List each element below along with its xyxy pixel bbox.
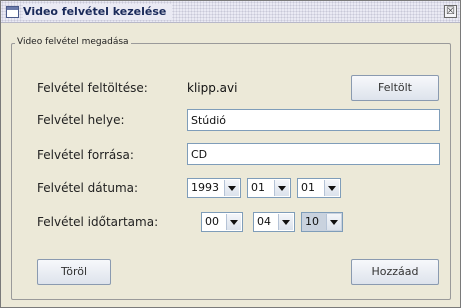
duration-label: Felvétel időtartama: [37, 215, 159, 229]
date-month-value: 01 [251, 181, 265, 194]
date-year-select[interactable]: 1993 [187, 178, 241, 198]
title-bar[interactable]: Video felvétel kezelése ☒ [1, 1, 460, 23]
duration-seconds-select[interactable]: 10 [301, 212, 343, 232]
chevron-down-icon[interactable] [324, 180, 339, 196]
duration-seconds-value: 10 [305, 213, 319, 231]
dialog-content: Video felvétel megadása Felvétel feltölt… [1, 24, 460, 307]
close-icon[interactable]: ☒ [444, 5, 457, 18]
file-name-value: klipp.avi [187, 81, 238, 95]
date-day-value: 01 [301, 181, 315, 194]
chevron-down-icon[interactable] [224, 180, 239, 196]
upload-label: Felvétel feltöltése: [37, 81, 148, 95]
groupbox-legend: Video felvétel megadása [15, 36, 131, 49]
date-year-value: 1993 [191, 181, 219, 194]
delete-button[interactable]: Töröl [37, 259, 111, 285]
duration-minutes-value: 04 [257, 215, 271, 228]
upload-button[interactable]: Feltölt [351, 75, 439, 101]
source-input[interactable] [187, 143, 440, 165]
chevron-down-icon[interactable] [326, 214, 341, 230]
duration-hours-value: 00 [205, 215, 219, 228]
window-title: Video felvétel kezelése [23, 4, 173, 20]
location-label: Felvétel helye: [37, 113, 125, 127]
chevron-down-icon[interactable] [278, 214, 293, 230]
chevron-down-icon[interactable] [274, 180, 289, 196]
dialog-window: Video felvétel kezelése ☒ Video felvétel… [0, 0, 461, 308]
source-label: Felvétel forrása: [37, 148, 134, 162]
duration-minutes-select[interactable]: 04 [253, 212, 295, 232]
duration-hours-select[interactable]: 00 [201, 212, 243, 232]
location-input[interactable] [187, 109, 440, 131]
date-day-select[interactable]: 01 [297, 178, 341, 198]
window-icon [6, 6, 19, 18]
date-label: Felvétel dátuma: [37, 181, 139, 195]
chevron-down-icon[interactable] [226, 214, 241, 230]
add-button[interactable]: Hozzáad [351, 259, 439, 285]
date-month-select[interactable]: 01 [247, 178, 291, 198]
